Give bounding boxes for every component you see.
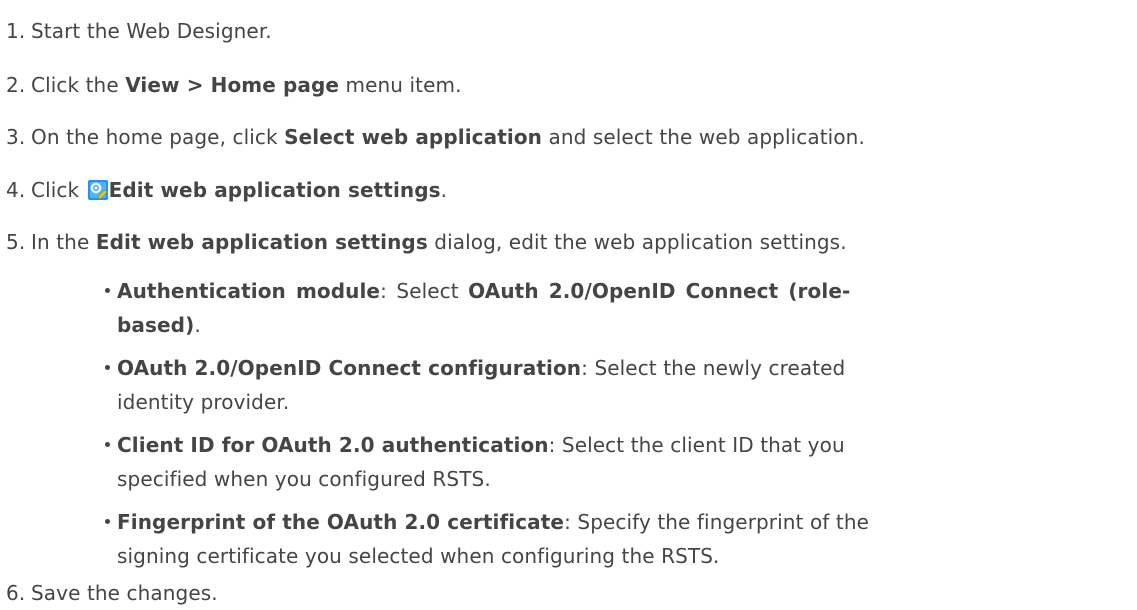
bullet-dot	[105, 519, 110, 524]
setting-value-cont: based)	[117, 313, 195, 337]
step-number: 3.	[6, 125, 26, 149]
ui-label: Select web application	[284, 125, 542, 149]
setting-desc-cont: signing certificate you selected when co…	[117, 544, 720, 568]
step-text-post: menu item.	[339, 73, 462, 97]
step-text-post: dialog, edit the web application setting…	[427, 230, 847, 254]
step-text: Start the Web Designer.	[31, 19, 272, 43]
setting-desc-cont: specified when you configured RSTS.	[117, 467, 491, 491]
step-number: 5.	[6, 230, 26, 254]
step-number: 6.	[6, 581, 26, 605]
setting-desc: : Select the newly created	[581, 356, 846, 380]
step-6: 6. Save the changes.	[6, 580, 218, 606]
step-text-post: and select the web application.	[542, 125, 865, 149]
setting-name: OAuth 2.0/OpenID Connect configuration	[117, 356, 582, 380]
setting-name: Fingerprint of the OAuth 2.0 certificate	[117, 510, 565, 534]
edit-settings-icon	[87, 180, 108, 200]
setting-desc: : Select	[380, 279, 469, 303]
menu-path: View > Home page	[125, 73, 340, 97]
step-1: 1. Start the Web Designer.	[6, 18, 272, 44]
step-text-pre: On the home page, click	[31, 125, 285, 149]
step-text-pre: In the	[31, 230, 96, 254]
bullet-item: OAuth 2.0/OpenID Connect configuration: …	[105, 351, 846, 419]
bullet-dot	[105, 442, 110, 447]
setting-desc: : Specify the fingerprint of the	[564, 510, 870, 534]
step-text-post: .	[440, 178, 448, 202]
ui-label: Edit web application settings	[108, 178, 441, 202]
bullet-item: Authentication module: Select OAuth 2.0/…	[105, 274, 851, 342]
bullet-dot	[105, 365, 110, 370]
setting-name: Authentication module	[117, 279, 381, 303]
bullet-item: Fingerprint of the OAuth 2.0 certificate…	[105, 505, 870, 573]
step-number: 4.	[6, 178, 26, 202]
step-5: 5. In the Edit web application settings d…	[6, 229, 847, 255]
step-number: 2.	[6, 73, 26, 97]
step-text: Save the changes.	[31, 581, 218, 605]
step-text-pre: Click the	[31, 73, 126, 97]
setting-name: Client ID for OAuth 2.0 authentication	[117, 433, 549, 457]
step-4: 4. Click Edit web application settings.	[6, 177, 447, 203]
step-text-pre: Click	[31, 178, 86, 202]
setting-value: OAuth 2.0/OpenID Connect (role-	[468, 279, 851, 303]
dialog-name: Edit web application settings	[95, 230, 428, 254]
step-3: 3. On the home page, click Select web app…	[6, 124, 865, 150]
setting-desc: : Select the client ID that you	[548, 433, 845, 457]
step-number: 1.	[6, 19, 26, 43]
bullet-dot	[105, 288, 110, 293]
step-2: 2. Click the View > Home page menu item.	[6, 72, 462, 98]
setting-desc-cont: .	[194, 313, 201, 337]
procedure-document: 1. Start the Web Designer. 2. Click the Vi…	[0, 0, 1137, 610]
setting-desc-cont: identity provider.	[117, 390, 290, 414]
bullet-item: Client ID for OAuth 2.0 authentication: …	[105, 428, 845, 496]
